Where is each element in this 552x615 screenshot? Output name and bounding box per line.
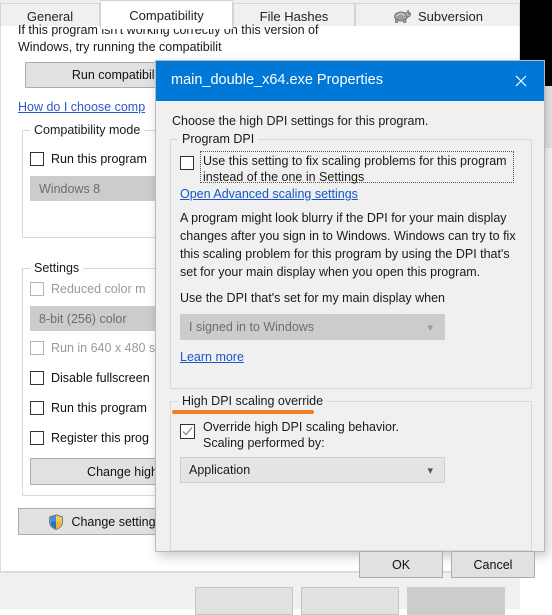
blurry-explanation-text: A program might look blurry if the DPI f… bbox=[180, 211, 516, 279]
scaling-performed-by-value: Application bbox=[189, 463, 251, 477]
dialog-title-bar: main_double_x64.exe Properties bbox=[156, 61, 544, 101]
checkbox-box bbox=[30, 431, 44, 445]
program-dpi-group-title: Program DPI bbox=[178, 132, 259, 146]
dialog-cancel-label: Cancel bbox=[473, 557, 513, 572]
windows-version-value: Windows 8 bbox=[39, 181, 101, 196]
checkbox-box bbox=[30, 341, 44, 355]
settings-group-title: Settings bbox=[30, 261, 84, 275]
disable-fullscreen-checkbox[interactable]: Disable fullscreen bbox=[30, 371, 150, 385]
dialog-body: Choose the high DPI settings for this pr… bbox=[156, 101, 544, 578]
dialog-cancel-button[interactable]: Cancel bbox=[451, 551, 535, 578]
how-do-i-choose-link[interactable]: How do I choose comp bbox=[18, 100, 145, 114]
run-640x480-checkbox[interactable]: Run in 640 x 480 s bbox=[30, 341, 155, 355]
high-dpi-settings-dialog: main_double_x64.exe Properties Choose th… bbox=[155, 60, 545, 578]
override-high-dpi-label-line1: Override high DPI scaling behavior. bbox=[203, 420, 399, 434]
uac-shield-icon bbox=[48, 513, 64, 530]
use-dpi-combobox[interactable]: I signed in to Windows ▾ bbox=[180, 314, 445, 340]
orange-annotation-underline bbox=[172, 410, 314, 414]
run-as-administrator-checkbox[interactable]: Run this program bbox=[30, 401, 147, 415]
checkbox-box bbox=[30, 401, 44, 415]
dialog-ok-button[interactable]: OK bbox=[359, 551, 443, 578]
change-settings-for-all-users-label: Change setting bbox=[71, 514, 156, 529]
run-as-administrator-label: Run this program bbox=[51, 401, 147, 415]
override-high-dpi-label: Override high DPI scaling behavior. Scal… bbox=[203, 419, 503, 451]
tab-compatibility-label: Compatibility bbox=[129, 7, 204, 23]
register-program-checkbox[interactable]: Register this prog bbox=[30, 431, 149, 445]
disable-fullscreen-label: Disable fullscreen bbox=[51, 371, 150, 385]
dialog-title: main_double_x64.exe Properties bbox=[171, 72, 383, 88]
scaling-performed-by-combobox[interactable]: Application ▾ bbox=[180, 457, 445, 483]
reduced-color-mode-label: Reduced color m bbox=[51, 282, 146, 296]
use-dpi-combobox-label: Use the DPI that's set for my main displ… bbox=[180, 291, 445, 305]
checkmark-icon bbox=[182, 427, 193, 436]
use-this-setting-label: Use this setting to fix scaling problems… bbox=[203, 154, 507, 184]
color-depth-value: 8-bit (256) color bbox=[39, 311, 127, 326]
override-high-dpi-checkbox[interactable] bbox=[180, 424, 195, 439]
tab-compatibility[interactable]: Compatibility bbox=[100, 0, 233, 29]
checkbox-box bbox=[30, 371, 44, 385]
run-640x480-label: Run in 640 x 480 s bbox=[51, 341, 156, 355]
sheet-cancel-button[interactable] bbox=[301, 587, 399, 615]
chevron-down-icon: ▾ bbox=[427, 321, 433, 334]
dialog-ok-label: OK bbox=[391, 557, 411, 572]
sheet-apply-button[interactable] bbox=[407, 587, 505, 615]
open-advanced-scaling-settings-link[interactable]: Open Advanced scaling settings bbox=[180, 187, 358, 201]
dialog-heading: Choose the high DPI settings for this pr… bbox=[172, 114, 429, 128]
close-icon[interactable] bbox=[498, 61, 544, 101]
compatibility-mode-group-title: Compatibility mode bbox=[30, 123, 145, 137]
run-compatibility-mode-checkbox[interactable]: Run this program bbox=[30, 152, 147, 166]
register-program-label: Register this prog bbox=[51, 431, 149, 445]
checkbox-box bbox=[30, 152, 44, 166]
checkbox-box bbox=[30, 282, 44, 296]
use-this-setting-checkbox[interactable] bbox=[180, 156, 194, 170]
high-dpi-override-group-title: High DPI scaling override bbox=[178, 394, 328, 408]
reduced-color-mode-checkbox[interactable]: Reduced color m bbox=[30, 282, 146, 296]
override-high-dpi-label-line2: Scaling performed by: bbox=[203, 436, 325, 450]
chevron-down-icon: ▾ bbox=[427, 464, 433, 477]
learn-more-link[interactable]: Learn more bbox=[180, 350, 244, 364]
use-dpi-combobox-value: I signed in to Windows bbox=[189, 320, 315, 334]
run-compatibility-mode-label: Run this program bbox=[51, 152, 147, 166]
sheet-ok-button[interactable] bbox=[195, 587, 293, 615]
change-high-dpi-settings-label: Change high bbox=[87, 464, 158, 479]
